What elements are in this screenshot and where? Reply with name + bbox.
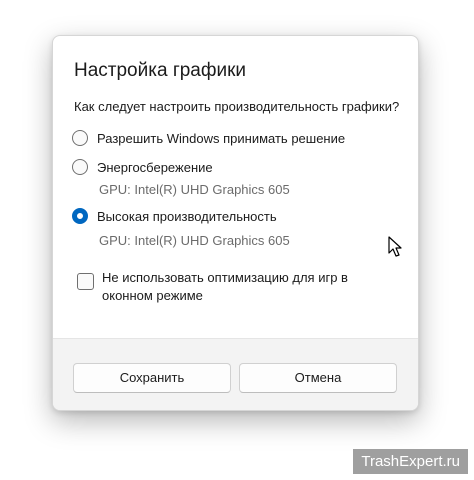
- screenshot-page: Настройка графики Как следует настроить …: [0, 0, 474, 480]
- gpu-info-power-saving: GPU: Intel(R) UHD Graphics 605: [99, 182, 290, 197]
- performance-question: Как следует настроить производительность…: [74, 99, 400, 114]
- radio-let-windows-decide[interactable]: [72, 130, 88, 146]
- dialog-footer: Сохранить Отмена: [53, 338, 418, 410]
- option-label: Разрешить Windows принимать решение: [97, 130, 346, 146]
- windowed-optimization-checkbox[interactable]: [77, 273, 94, 290]
- radio-power-saving[interactable]: [72, 159, 88, 175]
- option-let-windows-decide[interactable]: Разрешить Windows принимать решение: [72, 130, 345, 146]
- cancel-button[interactable]: Отмена: [239, 363, 397, 393]
- save-button[interactable]: Сохранить: [73, 363, 231, 393]
- watermark: TrashExpert.ru: [353, 449, 468, 474]
- checkbox-label: Не использовать оптимизацию для игр в ок…: [102, 270, 348, 303]
- option-high-performance[interactable]: Высокая производительность: [72, 208, 277, 224]
- option-label: Высокая производительность: [97, 208, 277, 224]
- option-label: Энергосбережение: [97, 159, 213, 175]
- mouse-pointer-icon: [388, 236, 402, 257]
- windowed-optimization-checkbox-row[interactable]: Не использовать оптимизацию для игр в ок…: [77, 269, 392, 305]
- graphics-settings-dialog: Настройка графики Как следует настроить …: [52, 35, 419, 411]
- radio-high-performance[interactable]: [72, 208, 88, 224]
- option-power-saving[interactable]: Энергосбережение: [72, 159, 213, 175]
- gpu-info-high-performance: GPU: Intel(R) UHD Graphics 605: [99, 233, 290, 248]
- dialog-title: Настройка графики: [74, 60, 247, 81]
